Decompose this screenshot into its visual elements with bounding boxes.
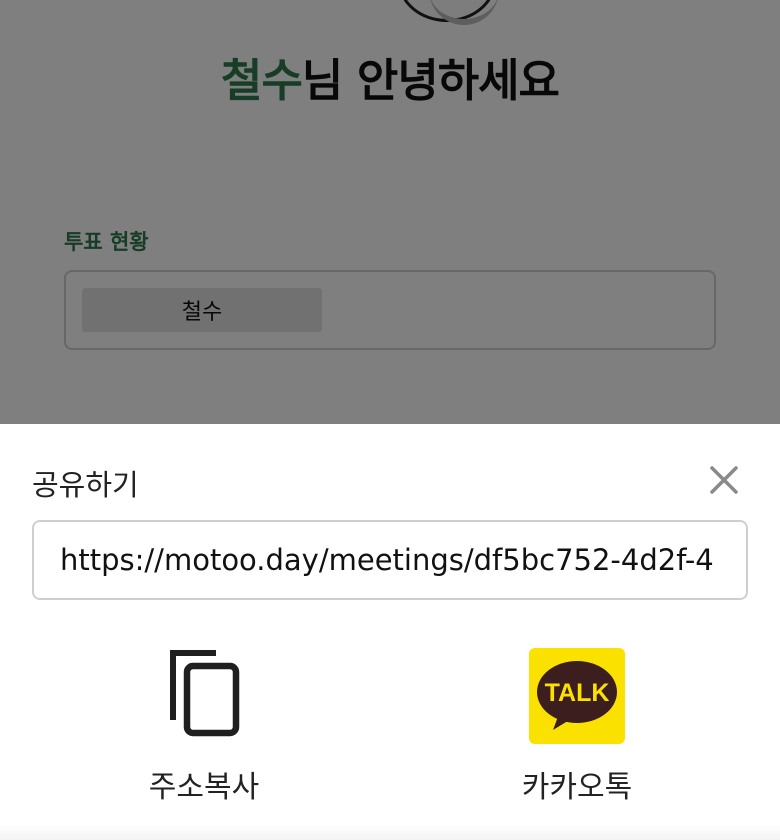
copy-address-label: 주소복사 (148, 770, 260, 805)
close-button[interactable] (700, 458, 748, 506)
copy-address-button[interactable]: 주소복사 (84, 646, 324, 816)
share-url-field[interactable] (32, 520, 748, 600)
bottom-fade (0, 824, 780, 840)
kakaotalk-label: 카카오톡 (521, 770, 633, 805)
share-sheet-title: 공유하기 (32, 468, 139, 502)
copy-icon (156, 646, 252, 742)
kakaotalk-icon-text: TALK (545, 679, 610, 707)
kakaotalk-icon: TALK (529, 648, 625, 744)
close-icon (710, 466, 738, 494)
kakaotalk-share-button[interactable]: TALK 카카오톡 (457, 646, 697, 816)
share-bottom-sheet: 공유하기 주소복사 TALK 카카오톡 (0, 424, 780, 840)
